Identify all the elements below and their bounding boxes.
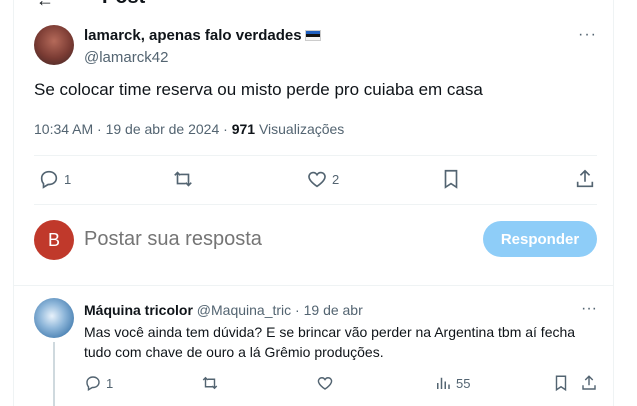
share-button[interactable] (574, 168, 596, 190)
views-count: 971 (231, 121, 256, 137)
reply-icon (40, 170, 58, 189)
views-icon (437, 377, 450, 389)
share-icon (576, 169, 594, 188)
comment-like-button[interactable] (316, 374, 334, 392)
share-icon (582, 375, 596, 390)
page-title: Post (102, 0, 145, 9)
post-page: ← Post lamarck, apenas falo verdades @la… (13, 0, 614, 406)
views-label: Visualizações (255, 121, 345, 137)
author-avatar[interactable] (34, 25, 74, 65)
comment-reply-count: 1 (106, 375, 114, 391)
reply-submit-button[interactable]: Responder (483, 221, 597, 257)
divider (34, 204, 597, 205)
tweet-actions: 1 2 (14, 168, 613, 192)
author-handle[interactable]: @lamarck42 (84, 49, 321, 66)
more-icon[interactable]: ··· (581, 300, 597, 318)
bookmark-icon (555, 375, 567, 392)
comment-views-button[interactable]: 55 (434, 374, 470, 392)
like-icon (308, 171, 326, 188)
commenter-avatar[interactable] (34, 298, 74, 338)
reply-button[interactable]: 1 (38, 168, 71, 190)
comment-reply-button[interactable]: 1 (84, 374, 113, 392)
like-button[interactable]: 2 (306, 168, 339, 190)
page-header: ← Post (14, 0, 613, 10)
bookmark-icon (444, 169, 458, 189)
tweet-text: Se colocar time reserva ou misto perde p… (34, 80, 483, 99)
comment-actions: 1 55 (14, 374, 613, 396)
more-icon[interactable]: ··· (578, 26, 597, 44)
tweet-meta: 10:34 AM · 19 de abr de 2024 · 971 Visua… (34, 121, 344, 137)
comment-retweet-button[interactable] (201, 374, 219, 392)
retweet-icon (174, 171, 192, 187)
author-info: lamarck, apenas falo verdades @lamarck42 (84, 27, 321, 66)
tweet-timestamp[interactable]: 10:34 AM · 19 de abr de 2024 · (34, 121, 232, 137)
user-avatar[interactable]: B (34, 220, 74, 260)
reply-input[interactable] (84, 228, 464, 251)
back-arrow-icon[interactable]: ← (36, 0, 54, 11)
like-icon (317, 377, 333, 390)
author-display-name[interactable]: lamarck, apenas falo verdades (84, 27, 302, 44)
retweet-icon (202, 376, 218, 390)
commenter-meta[interactable]: @Maquina_tric · 19 de abr (193, 302, 363, 318)
divider (34, 155, 597, 156)
comment-text: Mas você ainda tem dúvida? E se brincar … (84, 324, 576, 360)
retweet-button[interactable] (172, 168, 194, 190)
estonia-flag-icon (304, 30, 321, 41)
comment-header: Máquina tricolor @Maquina_tric · 19 de a… (84, 302, 363, 318)
comment-bookmark-button[interactable] (552, 374, 570, 392)
reply-composer: B Responder (14, 218, 613, 262)
bookmark-button[interactable] (440, 168, 462, 190)
like-count: 2 (332, 171, 340, 187)
commenter-name[interactable]: Máquina tricolor (84, 302, 193, 318)
reply-icon (86, 376, 100, 392)
reply-count: 1 (64, 171, 72, 187)
comment-share-button[interactable] (580, 374, 598, 392)
reply-tweet[interactable]: Máquina tricolor @Maquina_tric · 19 de a… (14, 285, 613, 406)
comment-views-count: 55 (456, 375, 471, 391)
